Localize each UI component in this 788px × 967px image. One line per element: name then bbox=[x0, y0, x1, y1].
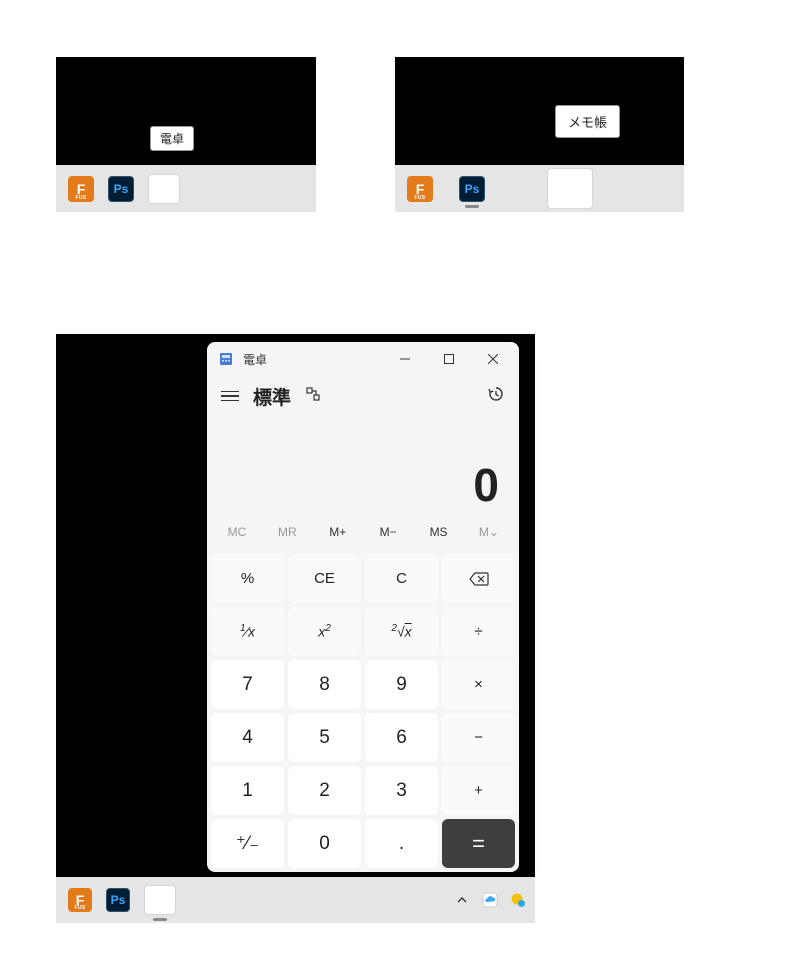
taskbar: F FUS Ps bbox=[395, 165, 684, 212]
preview-panel-calculator: 電卓 F FUS Ps bbox=[56, 57, 316, 212]
tray-onedrive-icon[interactable] bbox=[481, 891, 499, 909]
key-6[interactable]: 6 bbox=[365, 713, 438, 762]
titlebar[interactable]: 電卓 bbox=[207, 342, 519, 376]
close-button[interactable] bbox=[471, 342, 515, 376]
memory-subtract-button[interactable]: M− bbox=[368, 525, 408, 539]
c-key[interactable]: C bbox=[365, 554, 438, 603]
key-8[interactable]: 8 bbox=[288, 660, 361, 709]
key-2[interactable]: 2 bbox=[288, 766, 361, 815]
calculator-display: 0 bbox=[207, 416, 519, 514]
subtract-key[interactable]: − bbox=[442, 713, 515, 762]
taskbar-icon-blank[interactable] bbox=[547, 168, 593, 209]
key-9[interactable]: 9 bbox=[365, 660, 438, 709]
key-1[interactable]: 1 bbox=[211, 766, 284, 815]
tray-expand-icon[interactable] bbox=[453, 891, 471, 909]
taskbar-icon-photoshop[interactable]: Ps bbox=[459, 176, 485, 202]
percent-key[interactable]: % bbox=[211, 554, 284, 603]
decimal-key[interactable]: . bbox=[365, 819, 438, 868]
memory-recall-button[interactable]: MR bbox=[267, 525, 307, 539]
multiply-key[interactable]: × bbox=[442, 660, 515, 709]
taskbar-icon-photoshop[interactable]: Ps bbox=[108, 176, 134, 202]
fusion-f: F bbox=[416, 182, 425, 196]
maximize-button[interactable] bbox=[427, 342, 471, 376]
key-7[interactable]: 7 bbox=[211, 660, 284, 709]
mode-bar: 標準 bbox=[207, 376, 519, 416]
calculator-icon bbox=[219, 352, 233, 366]
taskbar-icon-calculator-running[interactable] bbox=[144, 885, 176, 915]
mode-label: 標準 bbox=[253, 383, 291, 410]
preview-panel-notepad: メモ帳 F FUS Ps bbox=[395, 57, 684, 212]
memory-add-button[interactable]: M+ bbox=[318, 525, 358, 539]
add-key[interactable]: + bbox=[442, 766, 515, 815]
running-indicator bbox=[465, 205, 479, 208]
hamburger-menu-icon[interactable] bbox=[221, 391, 239, 402]
key-5[interactable]: 5 bbox=[288, 713, 361, 762]
taskbar-icon-blank[interactable] bbox=[148, 174, 180, 204]
desktop-panel-large: 電卓 標準 0 MC bbox=[56, 334, 535, 923]
divide-key[interactable]: ÷ bbox=[442, 607, 515, 656]
square-key[interactable]: x2 bbox=[288, 607, 361, 656]
fusion-sub: FUS bbox=[415, 195, 426, 201]
desktop-area: メモ帳 bbox=[395, 57, 684, 165]
running-indicator bbox=[153, 918, 167, 921]
tooltip-notepad: メモ帳 bbox=[555, 105, 620, 138]
taskbar-icon-fusion[interactable]: F FUS bbox=[407, 176, 433, 202]
desktop-area: 電卓 bbox=[56, 57, 316, 165]
history-icon[interactable] bbox=[487, 385, 505, 408]
negate-key[interactable]: ⁺⁄₋ bbox=[211, 819, 284, 868]
system-tray bbox=[453, 891, 527, 909]
backspace-key[interactable] bbox=[442, 554, 515, 603]
taskbar-icon-fusion[interactable]: F FUS bbox=[68, 176, 94, 202]
taskbar-icon-fusion[interactable]: F FUS bbox=[68, 888, 92, 912]
fusion-sub: FUS bbox=[76, 195, 87, 201]
tooltip-calculator: 電卓 bbox=[150, 126, 194, 151]
memory-row: MC MR M+ M− MS M⌄ bbox=[207, 514, 519, 550]
tray-status-icon[interactable] bbox=[509, 891, 527, 909]
fusion-f: F bbox=[77, 182, 86, 196]
key-4[interactable]: 4 bbox=[211, 713, 284, 762]
memory-store-button[interactable]: MS bbox=[419, 525, 459, 539]
fusion-sub: FUS bbox=[75, 905, 86, 911]
reciprocal-key[interactable]: 1⁄x bbox=[211, 607, 284, 656]
sqrt-key[interactable]: 2√x bbox=[365, 607, 438, 656]
calculator-window: 電卓 標準 0 MC bbox=[207, 342, 519, 872]
equals-key[interactable]: = bbox=[442, 819, 515, 868]
key-3[interactable]: 3 bbox=[365, 766, 438, 815]
ce-key[interactable]: CE bbox=[288, 554, 361, 603]
memory-clear-button[interactable]: MC bbox=[217, 525, 257, 539]
taskbar-icon-photoshop[interactable]: Ps bbox=[106, 888, 130, 912]
memory-dropdown-button[interactable]: M⌄ bbox=[469, 525, 509, 539]
keep-on-top-icon[interactable] bbox=[305, 386, 321, 407]
key-0[interactable]: 0 bbox=[288, 819, 361, 868]
desktop-area: 電卓 標準 0 MC bbox=[56, 334, 535, 877]
keypad: % CE C 1⁄x x2 2√x ÷ 7 8 9 × 4 5 6 − 1 2 bbox=[207, 550, 519, 872]
minimize-button[interactable] bbox=[383, 342, 427, 376]
taskbar: F FUS Ps bbox=[56, 165, 316, 212]
window-title: 電卓 bbox=[243, 351, 267, 368]
taskbar: F FUS Ps bbox=[56, 877, 535, 923]
